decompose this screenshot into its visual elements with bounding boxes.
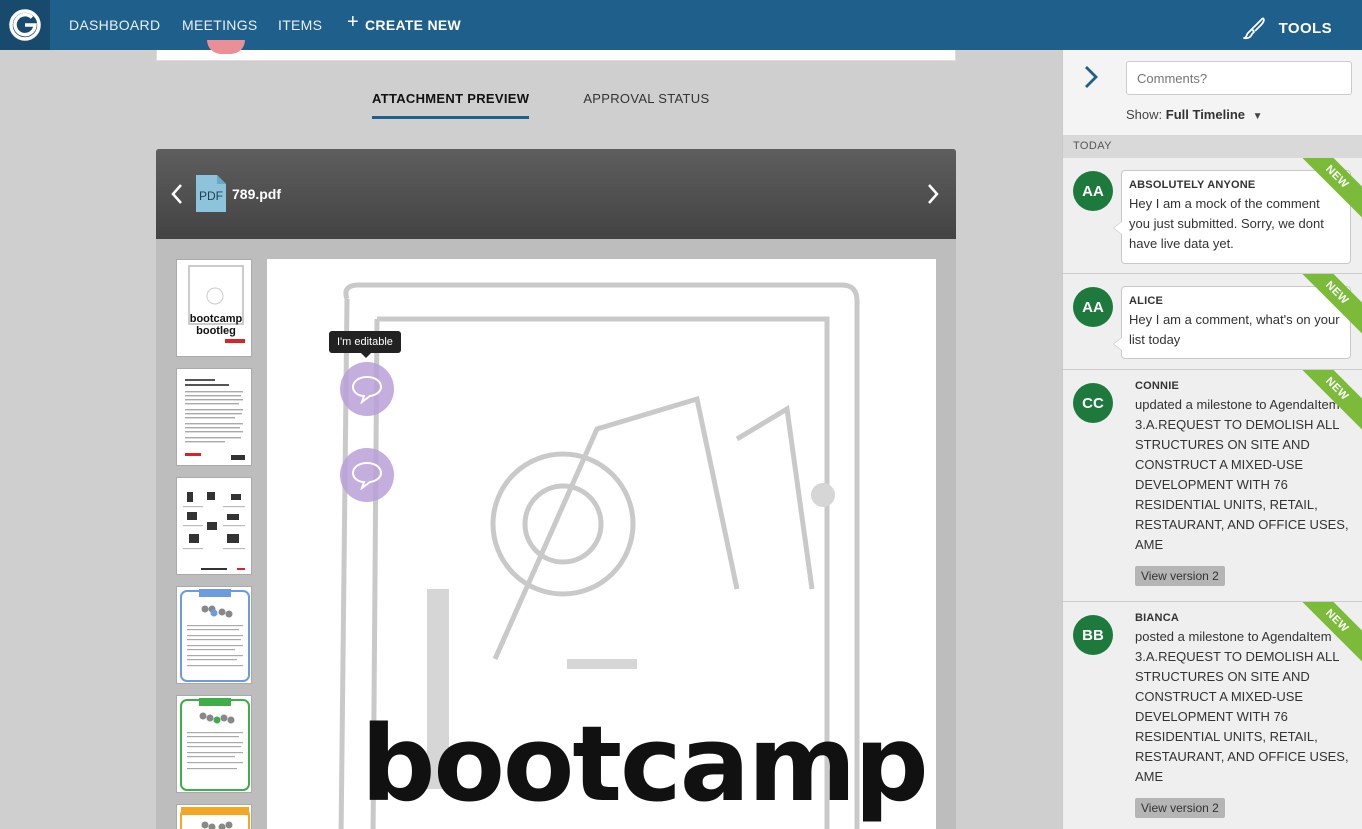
file-name: 789.pdf bbox=[232, 186, 282, 202]
show-value: Full Timeline bbox=[1165, 107, 1245, 122]
milestone-text: posted a milestone to AgendaItem 3.A.REQ… bbox=[1135, 629, 1349, 784]
tab-approval-status[interactable]: APPROVAL STATUS bbox=[583, 91, 709, 119]
page-heading: bootcamp bbox=[361, 703, 929, 825]
author-name: ABSOLUTELY ANYONE bbox=[1129, 179, 1256, 191]
author-name: ALICE bbox=[1129, 295, 1163, 307]
create-new-button[interactable]: + CREATE NEW bbox=[347, 11, 462, 33]
nav-meetings[interactable]: MEETINGS bbox=[182, 17, 258, 33]
view-version-button[interactable]: View version 2 bbox=[1135, 798, 1225, 818]
page-thumbnail[interactable] bbox=[176, 368, 252, 466]
view-version-button[interactable]: View version 2 bbox=[1135, 566, 1225, 586]
viewer-header: PDF 789.pdf bbox=[156, 149, 956, 239]
thumbnail-heading: bootcamp bootleg bbox=[189, 313, 243, 337]
caret-down-icon: ▼ bbox=[1252, 111, 1263, 122]
section-label: TODAY bbox=[1063, 135, 1362, 158]
timeline-entry: CC CONNIE updated a milestone to AgendaI… bbox=[1063, 370, 1362, 602]
avatar: AA bbox=[1073, 287, 1113, 327]
file-type-label: PDF bbox=[199, 189, 223, 203]
comments-sidebar: Show: Full Timeline ▼ TODAY AA ABSOLUTEL… bbox=[1062, 50, 1362, 829]
timeline-entry: AA ABSOLUTELY ANYONE Hey I am a mock of … bbox=[1063, 158, 1362, 274]
comment-composer: Show: Full Timeline ▼ bbox=[1063, 50, 1362, 135]
avatar: CC bbox=[1073, 383, 1113, 423]
avatar: AA bbox=[1073, 171, 1113, 211]
tools-button[interactable]: TOOLS bbox=[1241, 15, 1332, 41]
avatar: BB bbox=[1073, 615, 1113, 655]
create-new-label: CREATE NEW bbox=[365, 17, 462, 33]
comment-text: Hey I am a comment, what's on your list … bbox=[1129, 312, 1340, 347]
page-thumbnail[interactable] bbox=[176, 804, 252, 829]
timeline-filter[interactable]: Show: Full Timeline ▼ bbox=[1126, 107, 1263, 122]
plus-icon: + bbox=[347, 11, 359, 33]
next-attachment-icon[interactable] bbox=[926, 182, 940, 206]
page-thumbnail[interactable] bbox=[176, 586, 252, 684]
chevron-right-icon[interactable] bbox=[1083, 64, 1099, 90]
show-label: Show: bbox=[1126, 107, 1163, 122]
tab-bar: ATTACHMENT PREVIEW APPROVAL STATUS bbox=[372, 91, 709, 119]
page-thumbnail[interactable] bbox=[176, 695, 252, 793]
logo-g-icon bbox=[9, 9, 41, 41]
editable-tooltip: I'm editable bbox=[329, 331, 401, 358]
comment-bubble: ALICE Hey I am a comment, what's on your… bbox=[1113, 286, 1351, 359]
previous-attachment-icon[interactable] bbox=[170, 182, 184, 206]
comment-input[interactable] bbox=[1126, 61, 1352, 95]
attachment-viewer: PDF 789.pdf bootcamp bootleg bootcamp I'… bbox=[156, 149, 956, 829]
nav-dashboard[interactable]: DASHBOARD bbox=[69, 17, 160, 33]
nav-items[interactable]: ITEMS bbox=[278, 17, 322, 33]
comment-bubble: ABSOLUTELY ANYONE Hey I am a mock of the… bbox=[1113, 170, 1351, 264]
comment-pin[interactable] bbox=[340, 448, 394, 502]
tools-label: TOOLS bbox=[1278, 19, 1332, 37]
page-thumbnail[interactable]: bootcamp bootleg bbox=[176, 259, 252, 357]
paintbrush-icon bbox=[1242, 17, 1265, 40]
comment-text: Hey I am a mock of the comment you just … bbox=[1129, 196, 1324, 251]
speech-bubble-icon bbox=[351, 375, 383, 404]
page-thumbnail[interactable] bbox=[176, 477, 252, 575]
tab-attachment-preview[interactable]: ATTACHMENT PREVIEW bbox=[372, 91, 530, 119]
timeline-entry: AA ALICE Hey I am a comment, what's on y… bbox=[1063, 274, 1362, 370]
avatar bbox=[207, 40, 245, 54]
speech-bubble-icon bbox=[351, 461, 383, 490]
milestone-text: updated a milestone to AgendaItem 3.A.RE… bbox=[1135, 397, 1349, 552]
header-card bbox=[156, 40, 956, 61]
top-nav: DASHBOARD MEETINGS ITEMS + CREATE NEW TO… bbox=[0, 0, 1362, 50]
comment-pin[interactable] bbox=[340, 362, 394, 416]
milestone-content: CONNIE updated a milestone to AgendaItem… bbox=[1135, 380, 1351, 586]
app-logo[interactable] bbox=[0, 0, 50, 50]
timeline-entry: BB BIANCA posted a milestone to AgendaIt… bbox=[1063, 602, 1362, 829]
milestone-content: BIANCA posted a milestone to AgendaItem … bbox=[1135, 612, 1351, 818]
